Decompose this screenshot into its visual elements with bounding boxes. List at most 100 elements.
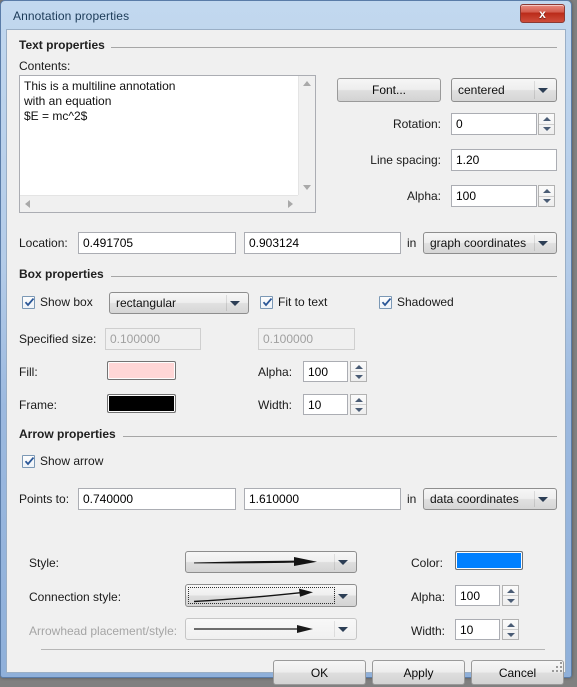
fill-color-swatch[interactable] xyxy=(107,361,176,380)
points-to-y-input[interactable]: 1.610000 xyxy=(244,488,401,510)
text-alpha-input[interactable]: 100 xyxy=(451,185,537,207)
arrow-style-label: Style: xyxy=(29,556,60,570)
fill-alpha-label: Alpha: xyxy=(258,365,293,379)
box-style-value: rectangular xyxy=(116,296,177,310)
scroll-up-icon[interactable] xyxy=(303,81,311,86)
arrow-color-label: Color: xyxy=(411,556,444,570)
line-spacing-input[interactable]: 1.20 xyxy=(451,149,557,171)
arrow-alpha-stepper[interactable] xyxy=(502,585,519,606)
text-alignment-combo[interactable]: centered xyxy=(451,78,557,102)
close-icon: x xyxy=(539,6,546,21)
arrow-color-swatch[interactable] xyxy=(455,551,523,570)
combo-separator xyxy=(334,621,335,637)
check-icon xyxy=(262,298,273,307)
cancel-button[interactable]: Cancel xyxy=(471,660,564,685)
combo-separator xyxy=(534,235,535,251)
arrow-thin-icon xyxy=(194,625,313,633)
close-window-button[interactable]: x xyxy=(520,4,565,23)
text-alpha-increment[interactable] xyxy=(539,186,554,196)
location-x-input[interactable]: 0.491705 xyxy=(78,232,236,254)
line-spacing-label: Line spacing: xyxy=(370,153,441,167)
combo-separator xyxy=(226,295,227,311)
section-divider xyxy=(111,47,557,48)
window-title: Annotation properties xyxy=(13,9,130,23)
location-units-combo[interactable]: graph coordinates xyxy=(423,232,557,254)
text-alpha-label: Alpha: xyxy=(406,189,441,203)
text-alpha-stepper[interactable] xyxy=(538,185,555,207)
contents-vertical-scrollbar[interactable] xyxy=(298,76,315,195)
location-y-input[interactable]: 0.903124 xyxy=(244,232,401,254)
connection-style-label: Connection style: xyxy=(29,590,122,604)
scrollbar-corner xyxy=(298,195,315,212)
chevron-down-icon xyxy=(338,627,348,632)
shadowed-checkbox[interactable] xyxy=(379,296,392,309)
arrow-width-increment[interactable] xyxy=(503,620,518,629)
frame-label: Frame: xyxy=(19,398,58,412)
specified-size-height-input[interactable]: 0.100000 xyxy=(258,328,355,350)
scroll-left-icon[interactable] xyxy=(25,200,30,208)
combo-separator xyxy=(334,587,335,604)
arrow-width-label: Width: xyxy=(411,624,446,638)
box-style-combo[interactable]: rectangular xyxy=(109,292,249,314)
points-to-x-input[interactable]: 0.740000 xyxy=(78,488,236,510)
apply-button[interactable]: Apply xyxy=(372,660,465,685)
section-title-box-properties: Box properties xyxy=(19,267,104,281)
section-divider xyxy=(111,276,557,277)
rotation-input[interactable]: 0 xyxy=(451,113,537,135)
title-bar: Annotation properties x xyxy=(6,4,566,29)
combo-separator xyxy=(334,554,335,570)
chevron-down-icon xyxy=(338,560,348,565)
connection-style-combo[interactable] xyxy=(185,584,357,607)
arrow-alpha-input[interactable]: 100 xyxy=(455,585,500,606)
arrow-width-stepper[interactable] xyxy=(502,619,519,640)
text-alignment-value: centered xyxy=(458,83,505,97)
arrowhead-placement-combo xyxy=(185,618,357,640)
annotation-properties-window: Annotation properties x Text properties … xyxy=(0,0,572,685)
rotation-increment[interactable] xyxy=(539,114,554,124)
text-alpha-decrement[interactable] xyxy=(539,195,554,207)
frame-width-decrement[interactable] xyxy=(351,404,366,414)
frame-width-input[interactable]: 10 xyxy=(303,394,348,415)
contents-textarea[interactable]: This is a multiline annotation with an e… xyxy=(19,75,316,213)
fill-alpha-decrement[interactable] xyxy=(351,371,366,381)
shadowed-label: Shadowed xyxy=(397,295,454,309)
contents-horizontal-scrollbar[interactable] xyxy=(20,195,298,212)
rotation-decrement[interactable] xyxy=(539,123,554,135)
location-units-value: graph coordinates xyxy=(430,236,527,250)
specified-size-width-input[interactable]: 0.100000 xyxy=(105,328,201,350)
fit-to-text-label: Fit to text xyxy=(278,295,328,309)
frame-width-increment[interactable] xyxy=(351,395,366,404)
ok-button[interactable]: OK xyxy=(273,660,366,685)
combo-separator xyxy=(534,81,535,99)
arrowhead-placement-label: Arrowhead placement/style: xyxy=(29,624,178,638)
contents-text: This is a multiline annotation with an e… xyxy=(24,79,176,123)
scroll-right-icon[interactable] xyxy=(288,200,293,208)
resize-grip[interactable] xyxy=(552,659,564,672)
frame-color-swatch[interactable] xyxy=(107,394,176,413)
arrow-style-combo[interactable] xyxy=(185,551,357,573)
location-in-label: in xyxy=(407,236,417,250)
points-to-in-label: in xyxy=(407,492,417,506)
show-box-checkbox[interactable] xyxy=(22,296,35,309)
arrow-alpha-decrement[interactable] xyxy=(503,595,518,605)
points-to-units-combo[interactable]: data coordinates xyxy=(423,488,557,510)
arrow-thick-icon xyxy=(194,557,317,566)
specified-size-label: Specified size: xyxy=(19,332,97,346)
fill-alpha-stepper[interactable] xyxy=(350,361,367,382)
rotation-label: Rotation: xyxy=(392,117,441,131)
fill-alpha-input[interactable]: 100 xyxy=(303,361,348,382)
scroll-down-icon[interactable] xyxy=(303,185,311,190)
arrow-width-decrement[interactable] xyxy=(503,629,518,639)
chevron-down-icon xyxy=(538,241,548,246)
section-title-arrow-properties: Arrow properties xyxy=(19,427,116,441)
show-box-label: Show box xyxy=(40,295,93,309)
fill-alpha-increment[interactable] xyxy=(351,362,366,371)
fit-to-text-checkbox[interactable] xyxy=(260,296,273,309)
font-button[interactable]: Font... xyxy=(337,78,441,102)
show-arrow-checkbox[interactable] xyxy=(22,455,35,468)
rotation-stepper[interactable] xyxy=(538,113,555,135)
check-icon xyxy=(24,298,35,307)
frame-width-stepper[interactable] xyxy=(350,394,367,415)
arrow-alpha-increment[interactable] xyxy=(503,586,518,595)
arrow-width-input[interactable]: 10 xyxy=(455,619,500,640)
